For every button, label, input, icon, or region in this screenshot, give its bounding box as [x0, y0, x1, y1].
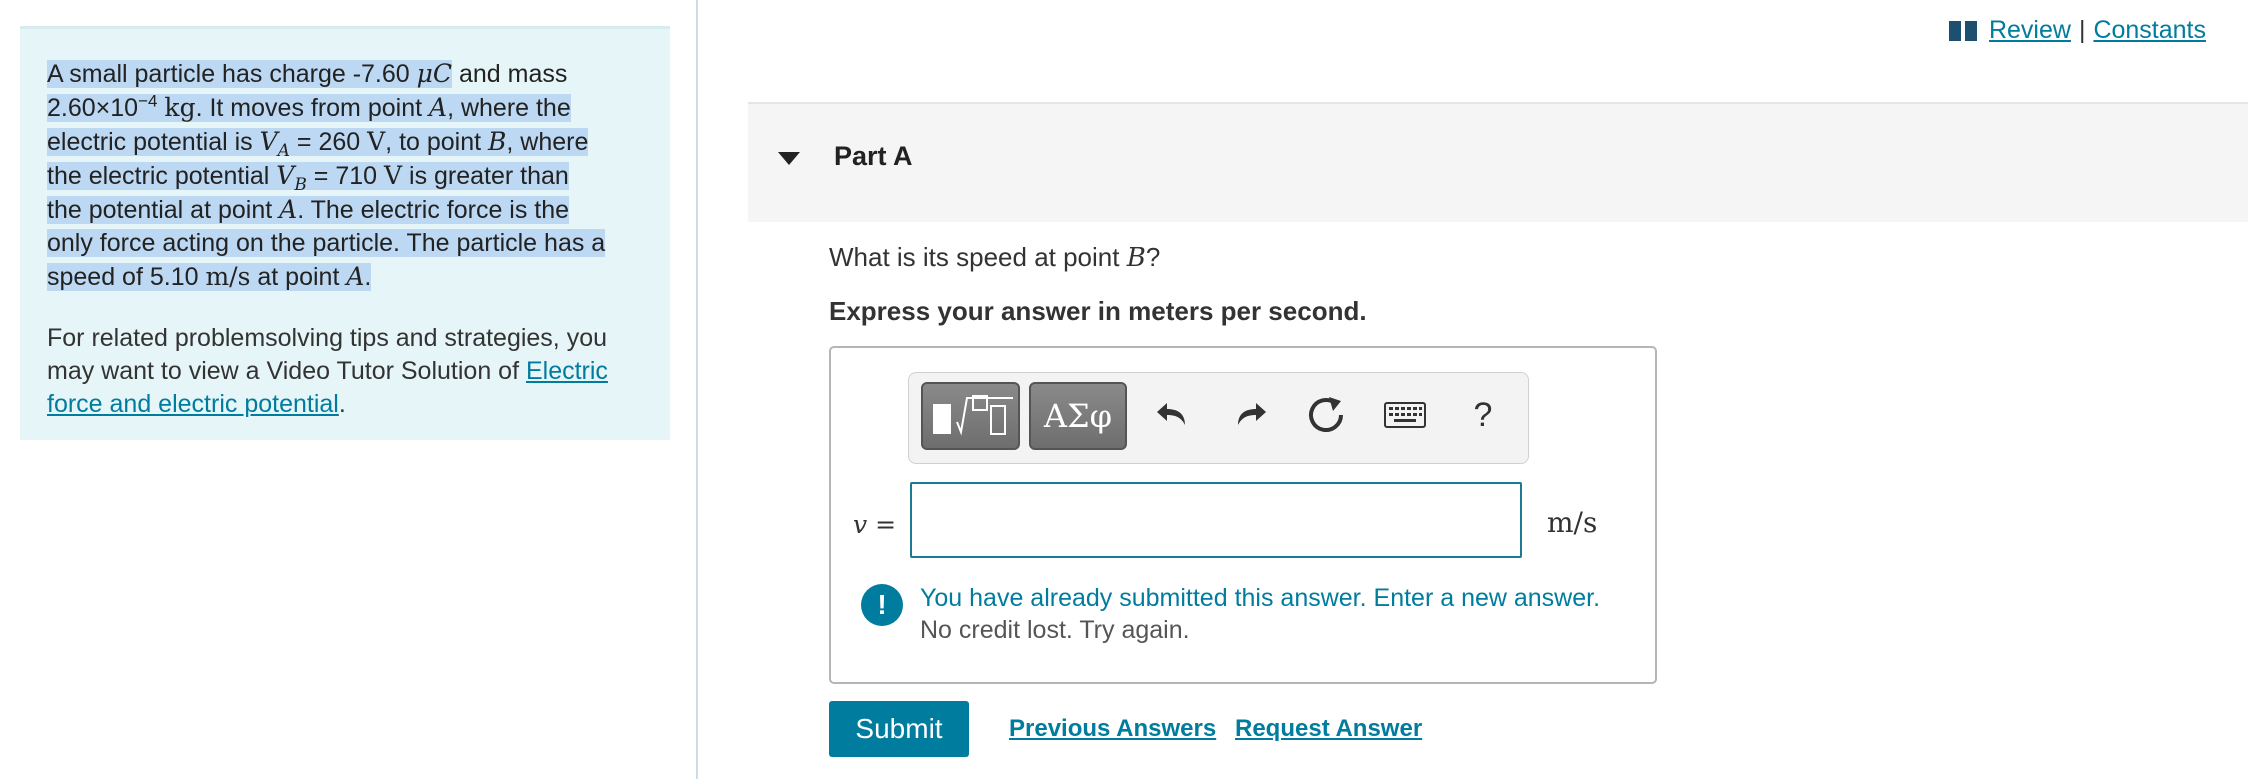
related-text: For related problemsolving tips and stra…: [47, 324, 608, 385]
potential-b-value: = 710: [306, 162, 385, 190]
question-prefix: What is its speed at point: [829, 242, 1127, 272]
problem-text-18: .: [364, 263, 372, 291]
submit-button[interactable]: Submit: [829, 701, 969, 757]
previous-answers-link[interactable]: Previous Answers: [1009, 715, 1216, 743]
request-answer-link[interactable]: Request Answer: [1235, 715, 1422, 743]
answer-box: ΑΣφ ? v = m/s ! You have already submitt…: [829, 346, 1657, 684]
undo-button[interactable]: [1147, 389, 1199, 441]
potential-sub-a: A: [277, 141, 290, 161]
problem-text-12: is greater than: [402, 162, 569, 190]
potential-var-a: V: [259, 127, 278, 156]
unit-volt-2: V: [384, 161, 403, 190]
unit-microcoulomb: μC: [416, 59, 453, 88]
reset-icon: [1309, 397, 1343, 432]
potential-sub-b: B: [294, 175, 307, 195]
problem-statement: A small particle has charge -7.60 μC and…: [47, 57, 644, 294]
part-title: Part A: [834, 141, 913, 171]
problem-text-9: , where: [506, 128, 589, 156]
math-toolbar: ΑΣφ ?: [908, 372, 1529, 464]
symbols-button[interactable]: ΑΣφ: [1029, 382, 1127, 450]
point-a-2: A: [279, 195, 298, 224]
templates-icon: [932, 395, 1013, 436]
problem-text-13: the potential at point: [47, 196, 280, 224]
answer-input[interactable]: [910, 482, 1522, 558]
templates-button[interactable]: [921, 382, 1020, 450]
potential-a-value: = 260: [289, 128, 368, 156]
problem-text-2: and mass: [452, 60, 568, 88]
collapse-triangle-icon[interactable]: [778, 152, 800, 165]
problem-text-5: , where the: [447, 94, 571, 122]
link-separator: |: [2078, 16, 2086, 44]
keyboard-icon: [1384, 402, 1426, 428]
question-var: B: [1126, 243, 1146, 273]
panel-divider: [696, 0, 698, 779]
answer-instruction: Express your answer in meters per second…: [829, 296, 1367, 326]
answer-variable-label: v =: [853, 510, 897, 539]
problem-text-6: electric potential is: [47, 128, 260, 156]
problem-text-15: only force acting on the particle. The p…: [47, 229, 606, 257]
related-text-end: .: [338, 390, 346, 418]
redo-icon: [1238, 403, 1266, 425]
help-button[interactable]: ?: [1457, 389, 1509, 441]
alert-icon: !: [861, 584, 903, 626]
feedback-submessage: No credit lost. Try again.: [920, 616, 1190, 644]
help-label: ?: [1473, 395, 1493, 434]
related-tips: For related problemsolving tips and stra…: [47, 322, 644, 421]
undo-icon: [1157, 403, 1185, 425]
problem-text-17: at point: [250, 263, 347, 291]
problem-panel: A small particle has charge -7.60 μC and…: [20, 26, 670, 440]
part-header[interactable]: Part A: [748, 102, 2248, 222]
unit-kg: kg: [164, 93, 196, 122]
answer-unit: m/s: [1547, 506, 1598, 539]
symbols-label: ΑΣφ: [1043, 397, 1113, 435]
point-b: B: [488, 127, 507, 156]
unit-mps: m/s: [205, 262, 251, 291]
review-link[interactable]: Review: [1989, 16, 2071, 45]
constants-link[interactable]: Constants: [2093, 16, 2206, 45]
potential-var-b: V: [276, 161, 295, 190]
top-links: Review | Constants: [1948, 16, 2206, 45]
feedback-message: You have already submitted this answer. …: [920, 584, 1601, 612]
problem-text-16: speed of 5.10: [47, 263, 206, 291]
reset-button[interactable]: [1301, 389, 1353, 441]
mass-mantissa: 2.60×10: [47, 94, 139, 122]
problem-text-1: A small particle has charge -7.60: [47, 60, 417, 88]
problem-text-14: . The electric force is the: [297, 196, 570, 224]
unit-volt-1: V: [367, 127, 386, 156]
redo-button[interactable]: [1224, 389, 1276, 441]
book-icon: [1948, 20, 1977, 41]
point-a-3: A: [346, 262, 365, 291]
problem-text-10: the electric potential: [47, 162, 277, 190]
problem-text-4: . It moves from point: [195, 94, 429, 122]
problem-text-8: , to point: [385, 128, 489, 156]
keyboard-button[interactable]: [1379, 389, 1431, 441]
question-suffix: ?: [1145, 242, 1161, 272]
point-a: A: [429, 93, 448, 122]
mass-exponent: −4: [138, 91, 158, 111]
question-text: What is its speed at point B?: [829, 242, 1160, 273]
